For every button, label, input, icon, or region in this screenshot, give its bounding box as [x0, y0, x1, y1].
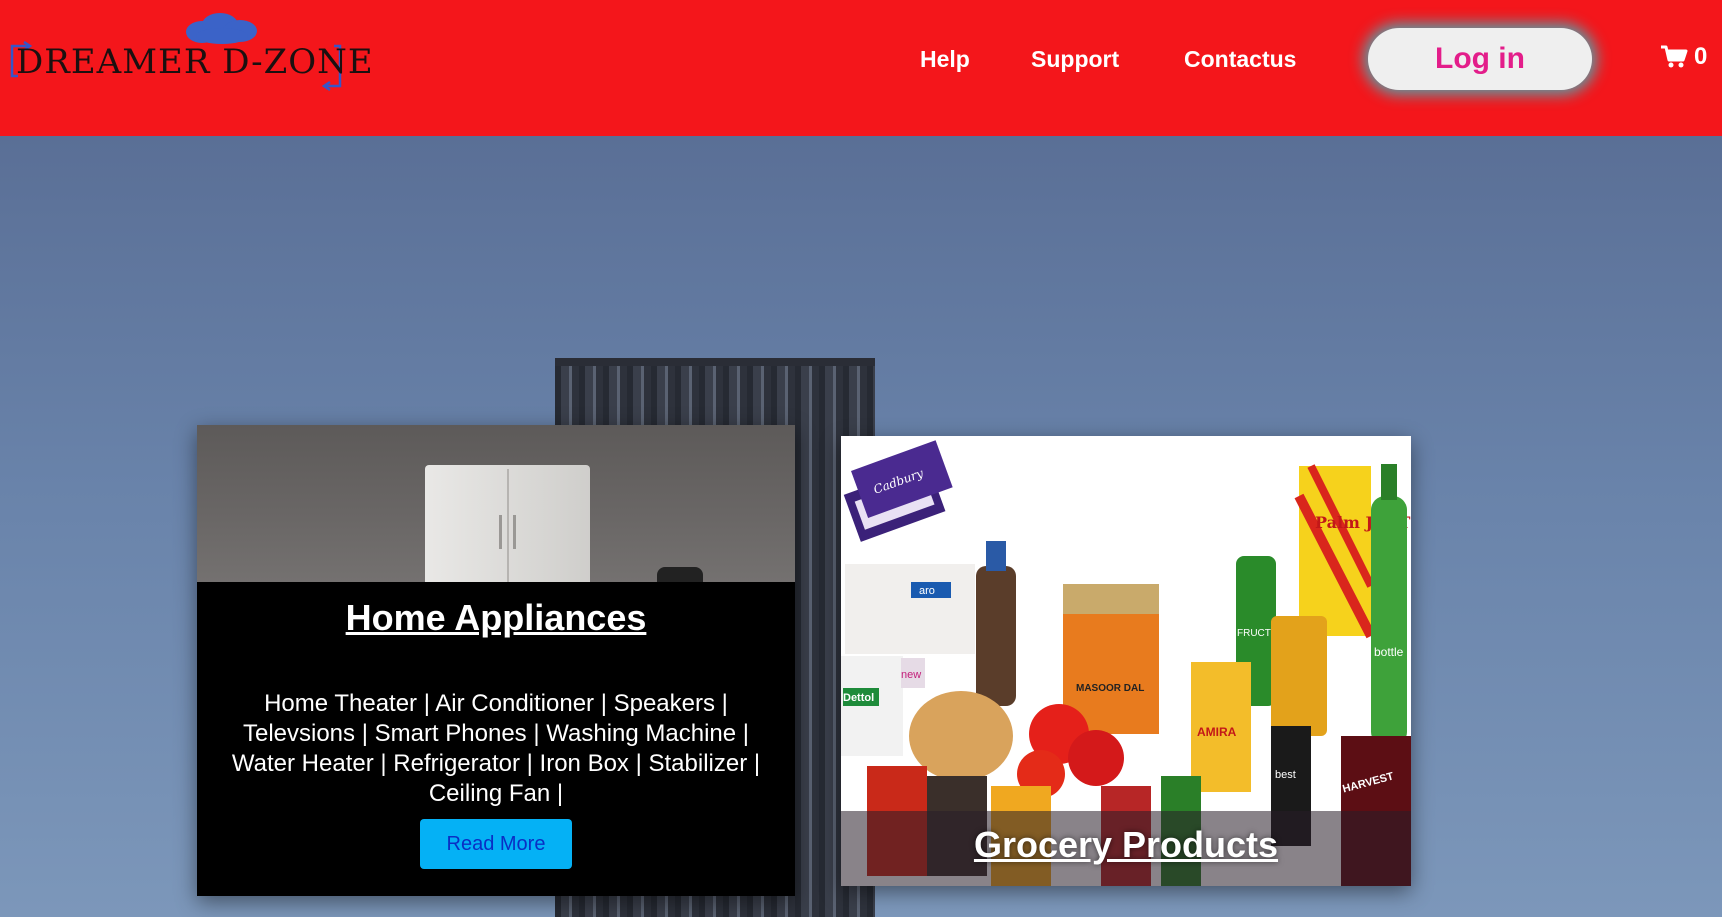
fridge-handle	[499, 515, 502, 549]
dettol-label: Dettol	[843, 692, 874, 704]
fridge-handle	[513, 515, 516, 549]
login-button[interactable]: Log in	[1368, 28, 1592, 90]
home-appliances-description: Home Theater | Air Conditioner | Speaker…	[231, 690, 761, 807]
new-label: new	[901, 669, 921, 681]
masoor-label: MASOOR DAL	[1076, 683, 1144, 694]
grocery-products-title[interactable]: Grocery Products	[841, 824, 1411, 866]
fridge-door-split	[507, 469, 509, 582]
read-more-button[interactable]: Read More	[420, 819, 572, 869]
nav-support-link[interactable]: Support	[1031, 46, 1119, 73]
home-appliances-image	[197, 425, 795, 582]
best-label: best	[1275, 769, 1296, 781]
nav-help-link[interactable]: Help	[920, 46, 970, 73]
nav-contact-link[interactable]: Contactus	[1184, 46, 1296, 73]
shopping-cart-icon	[1661, 45, 1688, 68]
cart-link[interactable]: 0	[1660, 43, 1707, 71]
bottle-green-label: bottle green	[1374, 645, 1411, 659]
grocery-products-card: Cadbury aro MASOOR DAL Palm JYOTHI bottl…	[841, 436, 1411, 886]
home-appliances-title[interactable]: Home Appliances	[197, 597, 795, 639]
site-logo[interactable]: DREAMER D-ZONE	[8, 12, 373, 94]
logo-text: DREAMER D-ZONE	[16, 42, 374, 82]
amira-label: AMIRA	[1197, 725, 1237, 739]
kettle-image	[657, 567, 703, 582]
aro-label: aro	[919, 585, 935, 597]
home-appliances-card: Home Appliances Home Theater | Air Condi…	[197, 425, 795, 896]
top-navbar: DREAMER D-ZONE Help Support Contactus Lo…	[0, 0, 1722, 136]
cart-count: 0	[1694, 43, 1708, 70]
